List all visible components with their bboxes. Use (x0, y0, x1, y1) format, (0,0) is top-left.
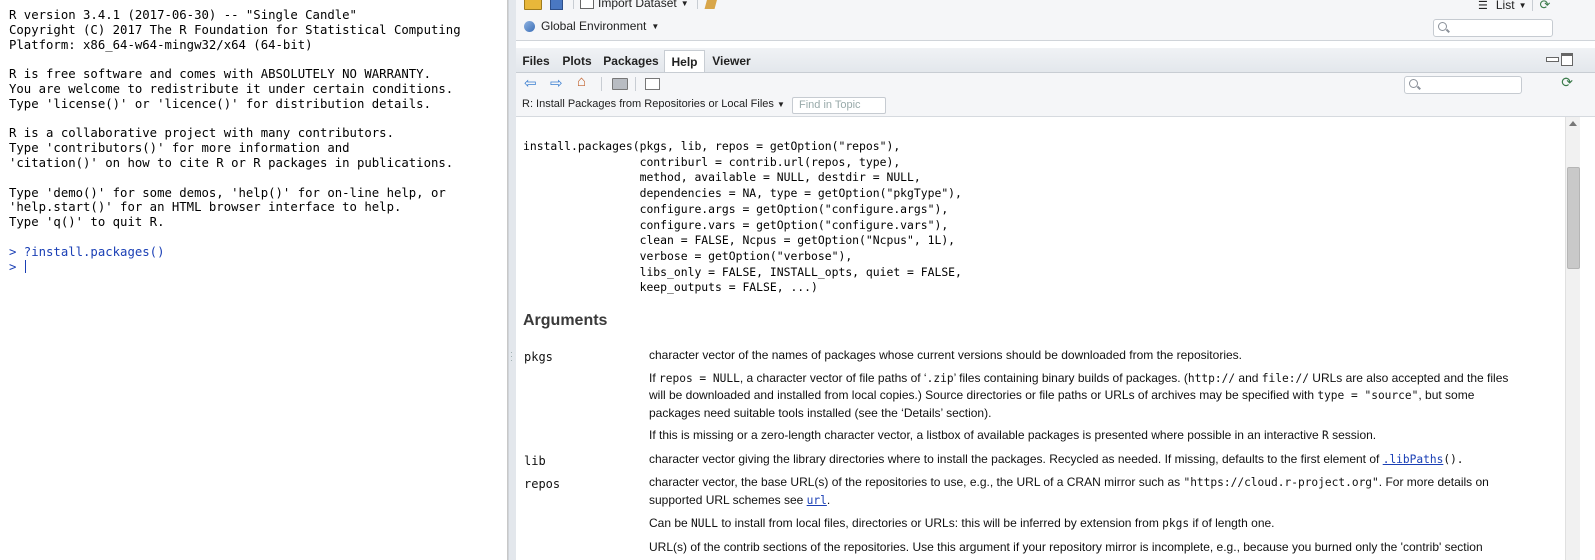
env-toolbar: Import Dataset ▼ (524, 0, 718, 10)
help-toolbar: ⇦ ⇨ ⌂ ⟳ (516, 73, 1595, 96)
arg-desc-pkgs: character vector of the names of package… (649, 347, 1524, 451)
tab-plots[interactable]: Plots (559, 51, 595, 71)
search-icon (1409, 79, 1418, 88)
toolbar-separator (1532, 0, 1534, 11)
save-icon[interactable] (550, 0, 563, 10)
help-pane: Files Plots Packages Help Viewer ⇦ ⇨ ⌂ ⟳… (516, 48, 1595, 560)
environment-selector[interactable]: Global Environment ▼ (524, 19, 659, 33)
url-link[interactable]: url (807, 494, 827, 507)
find-in-topic-input[interactable]: Find in Topic (792, 97, 886, 114)
arg-paragraph: Can be NULL to install from local files,… (649, 516, 1275, 530)
view-mode-label: List (1495, 0, 1515, 12)
console-prompt[interactable]: > (9, 260, 24, 274)
help-content: Usage install.packages(pkgs, lib, repos … (516, 117, 1550, 560)
arguments-heading: Arguments (523, 312, 608, 329)
arg-name-repos: repos (524, 477, 561, 491)
pane-tabs: Files Plots Packages Help Viewer (516, 48, 1595, 73)
refresh-icon[interactable]: ⟳ (1561, 74, 1573, 91)
table-icon (580, 0, 594, 9)
console-startup-text: R version 3.4.1 (2017-06-30) -- "Single … (9, 8, 461, 230)
open-folder-icon[interactable] (524, 0, 542, 10)
tab-viewer[interactable]: Viewer (709, 51, 754, 71)
arg-name-pkgs: pkgs (524, 350, 553, 364)
console-output: R version 3.4.1 (2017-06-30) -- "Single … (0, 0, 507, 274)
forward-arrow-icon[interactable]: ⇨ (550, 74, 563, 92)
scroll-up-icon[interactable] (1569, 121, 1577, 126)
table-row: repos character vector, the base URL(s) … (524, 474, 1524, 560)
pane-splitter[interactable]: · · · (508, 0, 516, 560)
home-icon[interactable]: ⌂ (577, 73, 586, 90)
help-scrollbar[interactable] (1565, 117, 1580, 560)
libpaths-link[interactable]: .libPaths (1383, 453, 1444, 466)
text-cursor (24, 259, 26, 273)
console-command: > ?install.packages() (9, 244, 165, 259)
import-dataset-label: Import Dataset (598, 0, 677, 10)
arg-paragraph: If this is missing or a zero-length char… (649, 428, 1377, 442)
tab-help[interactable]: Help (664, 50, 705, 72)
back-arrow-icon[interactable]: ⇦ (524, 74, 537, 92)
chevron-down-icon: ▼ (680, 0, 689, 8)
print-icon[interactable] (612, 78, 628, 90)
tab-packages[interactable]: Packages (603, 51, 659, 71)
toolbar-separator (573, 0, 574, 9)
refresh-icon[interactable]: ⟳ (1539, 0, 1550, 13)
arg-paragraph: character vector of the names of package… (649, 348, 1242, 362)
scrollbar-thumb[interactable] (1567, 167, 1580, 269)
chevron-down-icon: ▼ (1518, 0, 1527, 10)
table-row: lib character vector giving the library … (524, 451, 1524, 475)
splitter-grip[interactable]: · · · (510, 348, 514, 365)
usage-code: install.packages(pkgs, lib, repos = getO… (523, 139, 962, 295)
topic-label: R: Install Packages from Repositories or… (522, 98, 774, 110)
toolbar-separator (601, 77, 602, 91)
arg-desc-repos: character vector, the base URL(s) of the… (649, 474, 1524, 560)
tab-files[interactable]: Files (520, 51, 552, 71)
list-icon: ☰ (1478, 0, 1488, 12)
show-in-window-icon[interactable] (645, 78, 660, 90)
broom-icon[interactable] (704, 0, 718, 9)
import-dataset-button[interactable]: Import Dataset ▼ (580, 0, 689, 10)
arg-paragraph: character vector giving the library dire… (649, 451, 1464, 466)
env-search-input[interactable] (1433, 19, 1553, 37)
chevron-down-icon: ▼ (776, 100, 785, 109)
environment-pane: Import Dataset ▼ ☰ List ▼ ⟳ Global Envir… (516, 0, 1595, 41)
help-search-input[interactable] (1404, 76, 1522, 94)
console-pane[interactable]: R version 3.4.1 (2017-06-30) -- "Single … (0, 0, 508, 560)
maximize-pane-icon[interactable] (1561, 53, 1573, 66)
arg-paragraph: If repos = NULL, a character vector of f… (649, 370, 1509, 420)
arg-desc-lib: character vector giving the library dire… (649, 451, 1524, 475)
arg-paragraph-cutoff: URL(s) of the contrib sections of the re… (649, 539, 1483, 554)
arg-name-lib: lib (524, 453, 546, 468)
toolbar-separator (696, 0, 698, 9)
toolbar-separator (635, 77, 636, 91)
r-environment-icon (524, 20, 535, 32)
chevron-down-icon: ▼ (651, 21, 660, 31)
environment-label: Global Environment (541, 19, 647, 33)
minimize-pane-icon[interactable] (1546, 57, 1559, 62)
search-icon (1438, 22, 1447, 31)
topic-bar: R: Install Packages from Repositories or… (516, 95, 1595, 117)
arguments-table: pkgs character vector of the names of pa… (524, 347, 1524, 560)
view-mode-menu[interactable]: ☰ List ▼ ⟳ (1478, 0, 1550, 13)
table-row: pkgs character vector of the names of pa… (524, 347, 1524, 451)
arg-paragraph: character vector, the base URL(s) of the… (649, 475, 1489, 507)
topic-selector[interactable]: R: Install Packages from Repositories or… (522, 98, 785, 110)
